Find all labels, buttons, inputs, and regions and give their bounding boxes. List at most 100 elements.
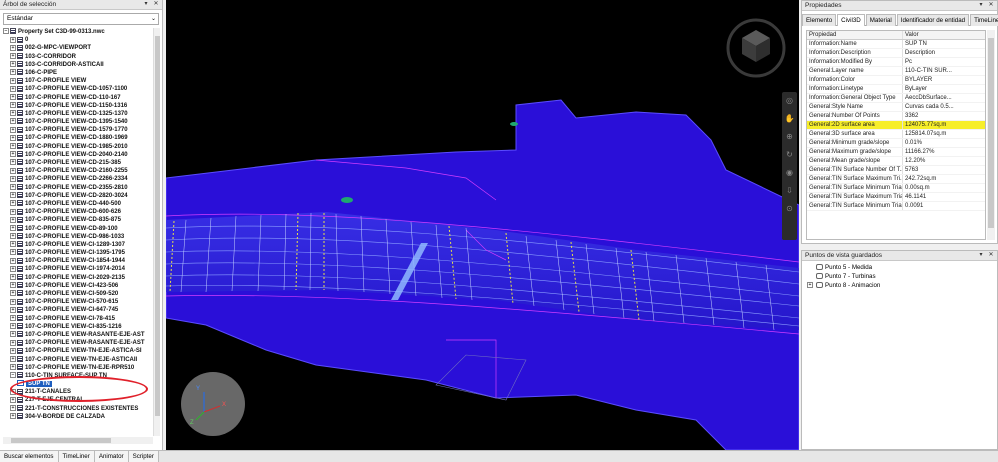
saved-viewpoint-item[interactable]: + Punto 8 - Animacion bbox=[802, 281, 997, 290]
expand-toggle-icon[interactable]: + bbox=[10, 77, 16, 84]
expand-toggle-icon[interactable]: + bbox=[10, 224, 16, 231]
bottom-tab-animator[interactable]: Animator bbox=[94, 451, 129, 462]
property-row[interactable]: General:TIN Surface Minimum Tria... 0.009… bbox=[807, 202, 985, 211]
bottom-tab-timeliner[interactable]: TimeLiner bbox=[58, 451, 95, 462]
tree-item[interactable]: +107-C-PROFILE VIEW-TN-EJE-ASTICA-SI bbox=[3, 347, 153, 355]
tree-item[interactable]: +107-C-PROFILE VIEW-CD-835-875 bbox=[3, 216, 153, 224]
tree-item[interactable]: +107-C-PROFILE VIEW-CD-215-385 bbox=[3, 159, 153, 167]
property-row[interactable]: General:Layer name 110-C-TIN SUR... bbox=[807, 67, 985, 76]
property-row[interactable]: General:2D surface area 124075.77sq.m bbox=[807, 121, 985, 130]
tree-item[interactable]: +103-C-CORRIDOR-ASTICAII bbox=[3, 61, 153, 69]
expand-toggle-icon[interactable]: + bbox=[10, 183, 16, 190]
tree-item[interactable]: +106-C-PIPE bbox=[3, 69, 153, 77]
tree-item[interactable]: +107-C-PROFILE VIEW-CD-1325-1370 bbox=[3, 110, 153, 118]
tree-item[interactable]: +107-C-PROFILE VIEW-CD-2040-2140 bbox=[3, 151, 153, 159]
property-row[interactable]: General:Number Of Points 3362 bbox=[807, 112, 985, 121]
tree-item[interactable]: +107-C-PROFILE VIEW-CD-1579-1770 bbox=[3, 126, 153, 134]
tree-item[interactable]: +107-C-PROFILE VIEW-TN-EJE-RPR510 bbox=[3, 364, 153, 372]
expand-toggle-icon[interactable]: + bbox=[807, 282, 813, 288]
property-row[interactable]: General:Mean grade/slope 12.20% bbox=[807, 157, 985, 166]
property-row[interactable]: Information:Description Description bbox=[807, 49, 985, 58]
tree-item[interactable]: +0 bbox=[3, 36, 153, 44]
tree-item[interactable]: +107-C-PROFILE VIEW-CD-1985-2010 bbox=[3, 143, 153, 151]
expand-toggle-icon[interactable]: + bbox=[10, 355, 16, 362]
walk-icon[interactable]: ⇩ bbox=[782, 182, 797, 200]
expand-toggle-icon[interactable]: + bbox=[10, 241, 16, 248]
property-row[interactable]: General:TIN Surface Number Of T... 5763 bbox=[807, 166, 985, 175]
scroll-thumb[interactable] bbox=[155, 36, 160, 416]
expand-toggle-icon[interactable]: + bbox=[10, 143, 16, 150]
expand-toggle-icon[interactable]: + bbox=[10, 257, 16, 264]
tab-identificador-de-entidad[interactable]: Identificador de entidad bbox=[896, 14, 970, 26]
tree-item[interactable]: +107-C-PROFILE VIEW-RASANTE-EJE-AST bbox=[3, 331, 153, 339]
property-row[interactable]: Information:Modified By Pc bbox=[807, 58, 985, 67]
tab-elemento[interactable]: Elemento bbox=[802, 14, 837, 26]
property-row[interactable]: General:TIN Surface Maximum Tria... 46.11… bbox=[807, 193, 985, 202]
property-row[interactable]: General:TIN Surface Maximum Tri... 242.72… bbox=[807, 175, 985, 184]
scroll-thumb[interactable] bbox=[11, 438, 111, 443]
property-row[interactable]: Information:Name SUP TN bbox=[807, 40, 985, 49]
close-icon[interactable]: ✕ bbox=[152, 0, 160, 9]
tree-item[interactable]: +107-C-PROFILE VIEW-CI-647-745 bbox=[3, 306, 153, 314]
tree-item[interactable]: +002-G-MPC-VIEWPORT bbox=[3, 44, 153, 52]
tree-item[interactable]: +107-C-PROFILE VIEW-CI-2029-2135 bbox=[3, 274, 153, 282]
expand-toggle-icon[interactable]: + bbox=[10, 192, 16, 199]
pin-icon[interactable]: ▾ bbox=[977, 1, 985, 10]
expand-toggle-icon[interactable]: + bbox=[10, 118, 16, 125]
expand-toggle-icon[interactable]: + bbox=[10, 102, 16, 109]
property-row[interactable]: Information:Linetype ByLayer bbox=[807, 85, 985, 94]
property-row[interactable]: General:Style Name Curvas cada 0.5... bbox=[807, 103, 985, 112]
saved-viewpoint-item[interactable]: Punto 5 - Medida bbox=[802, 263, 997, 272]
look-icon[interactable]: ◉ bbox=[782, 164, 797, 182]
expand-toggle-icon[interactable]: + bbox=[10, 323, 16, 330]
tree-horizontal-scrollbar[interactable] bbox=[3, 437, 153, 444]
tree-item[interactable]: +107-C-PROFILE VIEW-RASANTE-EJE-AST bbox=[3, 339, 153, 347]
tree-item[interactable]: +107-C-PROFILE VIEW-CI-78-415 bbox=[3, 314, 153, 323]
scroll-thumb[interactable] bbox=[988, 38, 994, 228]
tree-item[interactable]: +304-V-BORDE DE CALZADA bbox=[3, 413, 153, 421]
expand-toggle-icon[interactable]: + bbox=[10, 331, 16, 338]
focus-icon[interactable]: ⊙ bbox=[782, 200, 797, 218]
expand-toggle-icon[interactable]: + bbox=[10, 159, 16, 166]
expand-toggle-icon[interactable]: + bbox=[10, 216, 16, 223]
expand-toggle-icon[interactable]: + bbox=[10, 52, 16, 59]
expand-toggle-icon[interactable]: + bbox=[10, 126, 16, 133]
expand-toggle-icon[interactable]: + bbox=[10, 175, 16, 182]
tree-item[interactable]: +107-C-PROFILE VIEW-CD-2266-2334 bbox=[3, 175, 153, 183]
property-row[interactable]: Information:General Object Type AeccDbSur… bbox=[807, 94, 985, 103]
expand-toggle-icon[interactable]: + bbox=[10, 200, 16, 207]
expand-toggle-icon[interactable]: + bbox=[10, 61, 16, 68]
expand-toggle-icon[interactable]: + bbox=[10, 396, 16, 403]
close-icon[interactable]: ✕ bbox=[987, 251, 995, 260]
expand-toggle-icon[interactable]: + bbox=[10, 110, 16, 117]
bottom-tab-buscar-elementos[interactable]: Buscar elementos bbox=[0, 451, 59, 462]
tree-item[interactable]: +107-C-PROFILE VIEW-CD-89-100 bbox=[3, 224, 153, 233]
expand-toggle-icon[interactable]: + bbox=[10, 274, 16, 281]
property-row[interactable]: General:Maximum grade/slope 11166.27% bbox=[807, 148, 985, 157]
expand-toggle-icon[interactable]: + bbox=[10, 233, 16, 240]
selection-tree-dropdown[interactable]: Estándar ⌄ bbox=[3, 13, 159, 25]
tree-item[interactable]: +107-C-PROFILE VIEW-CI-509-520 bbox=[3, 290, 153, 298]
expand-toggle-icon[interactable]: + bbox=[10, 306, 16, 313]
expand-toggle-icon[interactable]: − bbox=[3, 28, 9, 35]
tree-item[interactable]: +107-C-PROFILE VIEW-CI-835-1216 bbox=[3, 323, 153, 331]
expand-toggle-icon[interactable]: + bbox=[10, 339, 16, 346]
tree-item[interactable]: +107-C-PROFILE VIEW-CD-2820-3024 bbox=[3, 192, 153, 200]
tree-item[interactable]: +107-C-PROFILE VIEW-CD-986-1033 bbox=[3, 233, 153, 241]
expand-toggle-icon[interactable]: + bbox=[10, 265, 16, 272]
expand-toggle-icon[interactable]: + bbox=[10, 44, 16, 51]
expand-toggle-icon[interactable]: + bbox=[10, 298, 16, 305]
property-row[interactable]: General:3D surface area 125814.07sq.m bbox=[807, 130, 985, 139]
tree-item[interactable]: +221-T-CONSTRUCCIONES EXISTENTES bbox=[3, 405, 153, 413]
tree-item[interactable]: +107-C-PROFILE VIEW-CD-1057-1100 bbox=[3, 85, 153, 93]
expand-toggle-icon[interactable]: + bbox=[10, 364, 16, 371]
zoom-icon[interactable]: ⊕ bbox=[782, 128, 797, 146]
expand-toggle-icon[interactable]: + bbox=[10, 93, 16, 100]
expand-toggle-icon[interactable]: + bbox=[10, 282, 16, 289]
tree-item[interactable]: +107-C-PROFILE VIEW-CD-110-167 bbox=[3, 93, 153, 102]
tree-item[interactable]: +107-C-PROFILE VIEW-CI-570-615 bbox=[3, 298, 153, 306]
tree-item[interactable]: − Property Set C3D-99-0313.nwc bbox=[3, 28, 153, 36]
pan-hand-icon[interactable]: ✋ bbox=[782, 110, 797, 128]
expand-toggle-icon[interactable]: + bbox=[10, 208, 16, 215]
property-row[interactable]: Information:Color BYLAYER bbox=[807, 76, 985, 85]
